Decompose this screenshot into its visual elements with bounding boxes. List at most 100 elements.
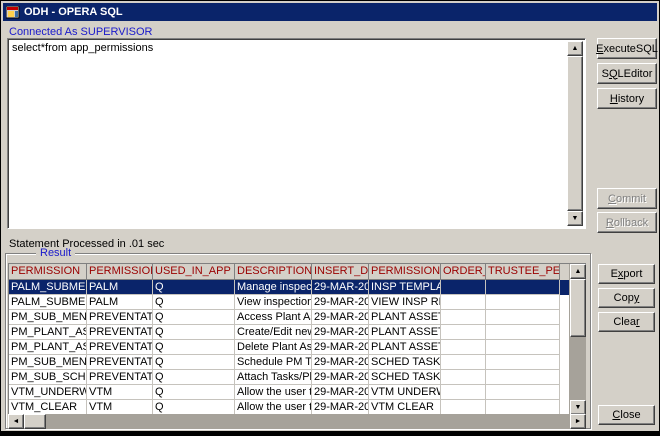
table-cell[interactable]: PREVENTATIVE MAIN bbox=[87, 370, 153, 385]
table-cell[interactable] bbox=[441, 295, 486, 310]
table-row[interactable]: PALM_SUBMENU_INSPALMQManage inspection t… bbox=[9, 280, 570, 295]
table-row[interactable]: PM_PLANT_ASSETSPREVENTATIVE MAINQDelete … bbox=[9, 340, 570, 355]
table-row[interactable]: VTM_CLEARVTMQAllow the user to cle29-MAR… bbox=[9, 400, 570, 415]
execute-sql-button[interactable]: Execute SQL bbox=[597, 38, 657, 59]
table-cell[interactable]: Access Plant Assets bbox=[235, 310, 312, 325]
table-cell[interactable]: PALM bbox=[87, 295, 153, 310]
table-cell[interactable] bbox=[441, 370, 486, 385]
table-cell[interactable]: INSP TEMPLATES bbox=[369, 280, 441, 295]
table-cell[interactable]: Q bbox=[153, 310, 235, 325]
table-cell[interactable]: VTM_UNDERWAY bbox=[9, 385, 87, 400]
export-button[interactable]: Export bbox=[598, 264, 655, 284]
table-cell[interactable] bbox=[441, 355, 486, 370]
table-row[interactable]: PM_SUB_MENU_PLAPREVENTATIVE MAINQAccess … bbox=[9, 310, 570, 325]
scroll-thumb[interactable] bbox=[567, 56, 583, 211]
scroll-down-icon[interactable]: ▼ bbox=[570, 400, 586, 415]
table-cell[interactable]: 29-MAR-2002 bbox=[312, 280, 369, 295]
column-header[interactable]: ORDER_BY bbox=[441, 264, 486, 280]
table-cell[interactable]: Allow the user to cle bbox=[235, 400, 312, 415]
table-cell[interactable] bbox=[486, 385, 560, 400]
table-cell[interactable]: VTM bbox=[87, 385, 153, 400]
table-row[interactable]: PALM_SUBMENU_VIPALMQView inspection resu… bbox=[9, 295, 570, 310]
table-cell[interactable] bbox=[486, 355, 560, 370]
table-cell[interactable] bbox=[441, 385, 486, 400]
table-cell[interactable] bbox=[486, 325, 560, 340]
table-cell[interactable]: 29-MAR-2002 bbox=[312, 355, 369, 370]
table-cell[interactable]: View inspection resu bbox=[235, 295, 312, 310]
history-button[interactable]: History bbox=[597, 88, 657, 109]
scroll-left-icon[interactable]: ◄ bbox=[8, 414, 24, 429]
table-cell[interactable]: SCHED TASKS ATTA bbox=[369, 370, 441, 385]
table-cell[interactable]: 29-MAR-2002 bbox=[312, 340, 369, 355]
table-cell[interactable]: Q bbox=[153, 400, 235, 415]
table-cell[interactable]: PALM bbox=[87, 280, 153, 295]
title-bar[interactable]: ODH - OPERA SQL bbox=[3, 3, 657, 21]
table-cell[interactable] bbox=[441, 340, 486, 355]
table-cell[interactable]: PREVENTATIVE MAIN bbox=[87, 340, 153, 355]
table-cell[interactable] bbox=[486, 295, 560, 310]
table-cell[interactable]: SCHED TASKS bbox=[369, 355, 441, 370]
scroll-thumb[interactable] bbox=[570, 279, 586, 337]
table-cell[interactable]: 29-MAR-2002 bbox=[312, 400, 369, 415]
sql-scrollbar[interactable]: ▲ ▼ bbox=[567, 41, 583, 226]
grid-vertical-scrollbar[interactable]: ▲ ▼ bbox=[569, 264, 586, 415]
table-cell[interactable]: VTM CLEAR bbox=[369, 400, 441, 415]
table-cell[interactable]: PLANT ASSETS CRE bbox=[369, 325, 441, 340]
table-cell[interactable]: PREVENTATIVE MAIN bbox=[87, 310, 153, 325]
table-cell[interactable]: PM_SUB_MENU_SCH bbox=[9, 355, 87, 370]
table-cell[interactable]: VIEW INSP RESULTS bbox=[369, 295, 441, 310]
column-header[interactable]: INSERT_DATE bbox=[312, 264, 369, 280]
table-cell[interactable]: 29-MAR-2002 bbox=[312, 370, 369, 385]
column-header[interactable]: PERMISSION_GROUP bbox=[87, 264, 153, 280]
table-cell[interactable]: 29-MAR-2002 bbox=[312, 310, 369, 325]
table-row[interactable]: VTM_UNDERWAYVTMQAllow the user to un29-M… bbox=[9, 385, 570, 400]
table-cell[interactable] bbox=[441, 310, 486, 325]
table-cell[interactable]: Q bbox=[153, 385, 235, 400]
table-row[interactable]: PM_SUB_MENU_SCHPREVENTATIVE MAINQSchedul… bbox=[9, 355, 570, 370]
table-cell[interactable]: VTM UNDERWAY bbox=[369, 385, 441, 400]
table-cell[interactable]: Q bbox=[153, 325, 235, 340]
table-cell[interactable]: Attach Tasks/Plant A bbox=[235, 370, 312, 385]
table-cell[interactable]: PREVENTATIVE MAIN bbox=[87, 325, 153, 340]
table-cell[interactable] bbox=[486, 400, 560, 415]
table-cell[interactable]: Q bbox=[153, 355, 235, 370]
grid-horizontal-scrollbar[interactable]: ◄ ► bbox=[8, 414, 586, 429]
table-cell[interactable]: Q bbox=[153, 280, 235, 295]
table-cell[interactable] bbox=[441, 280, 486, 295]
commit-button[interactable]: Commit bbox=[597, 188, 657, 209]
table-cell[interactable]: PLANT ASSETS DEL bbox=[369, 340, 441, 355]
table-cell[interactable]: Create/Edit new Plan bbox=[235, 325, 312, 340]
table-cell[interactable]: Allow the user to un bbox=[235, 385, 312, 400]
scroll-thumb[interactable] bbox=[24, 414, 46, 429]
table-cell[interactable]: VTM_CLEAR bbox=[9, 400, 87, 415]
table-cell[interactable]: PM_SUB_MENU_PLA bbox=[9, 310, 87, 325]
table-cell[interactable]: VTM bbox=[87, 400, 153, 415]
table-cell[interactable]: Q bbox=[153, 340, 235, 355]
scroll-down-icon[interactable]: ▼ bbox=[567, 211, 583, 226]
scroll-right-icon[interactable]: ► bbox=[570, 414, 586, 429]
clear-button[interactable]: Clear bbox=[598, 312, 655, 332]
table-cell[interactable]: Manage inspection te bbox=[235, 280, 312, 295]
column-header[interactable]: USED_IN_APP bbox=[153, 264, 235, 280]
table-cell[interactable] bbox=[486, 280, 560, 295]
table-cell[interactable]: 29-MAR-2002 bbox=[312, 325, 369, 340]
column-header[interactable]: PERMISSION bbox=[9, 264, 87, 280]
sql-editor-button[interactable]: SQL Editor bbox=[597, 63, 657, 84]
table-cell[interactable]: 29-MAR-2002 bbox=[312, 385, 369, 400]
table-cell[interactable]: Delete Plant Assets bbox=[235, 340, 312, 355]
column-header[interactable]: PERMISSION_DISPLA bbox=[369, 264, 441, 280]
table-cell[interactable]: PM_PLANT_ASSETS bbox=[9, 325, 87, 340]
table-cell[interactable]: PM_SUB_SCHED_TA bbox=[9, 370, 87, 385]
scroll-up-icon[interactable]: ▲ bbox=[567, 41, 583, 56]
column-header[interactable]: TRUSTEE_PERMISSIO bbox=[486, 264, 560, 280]
table-cell[interactable]: PREVENTATIVE MAIN bbox=[87, 355, 153, 370]
copy-button[interactable]: Copy bbox=[598, 288, 655, 308]
column-header[interactable]: DESCRIPTION bbox=[235, 264, 312, 280]
table-cell[interactable]: PLANT ASSETS bbox=[369, 310, 441, 325]
table-cell[interactable]: Schedule PM Tasks bbox=[235, 355, 312, 370]
table-cell[interactable]: PALM_SUBMENU_INS bbox=[9, 280, 87, 295]
table-cell[interactable]: PM_PLANT_ASSETS bbox=[9, 340, 87, 355]
table-cell[interactable] bbox=[441, 400, 486, 415]
table-row[interactable]: PM_PLANT_ASSETSPREVENTATIVE MAINQCreate/… bbox=[9, 325, 570, 340]
table-cell[interactable]: Q bbox=[153, 295, 235, 310]
